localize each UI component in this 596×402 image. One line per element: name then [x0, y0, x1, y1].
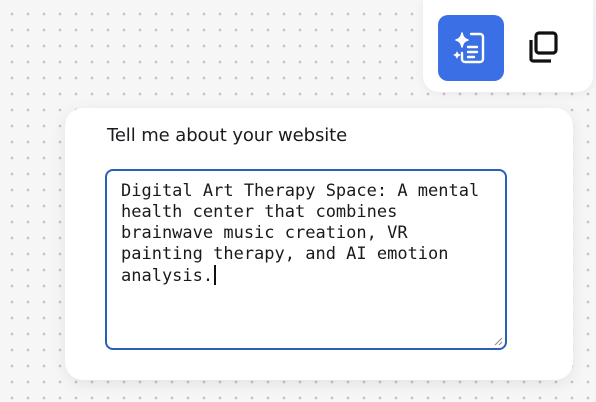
- website-description-text: Digital Art Therapy Space: A mental heal…: [121, 181, 490, 286]
- resize-grip-icon[interactable]: [493, 336, 503, 346]
- text-caret: [214, 265, 216, 285]
- website-prompt-card: Tell me about your website Digital Art T…: [65, 108, 573, 380]
- ai-generate-button[interactable]: [438, 15, 504, 81]
- floating-toolbar: [423, 0, 593, 92]
- copy-button[interactable]: [517, 22, 569, 74]
- website-description-textarea[interactable]: Digital Art Therapy Space: A mental heal…: [105, 169, 507, 350]
- ai-sparkle-document-icon: [453, 32, 485, 64]
- copy-icon: [529, 31, 558, 63]
- prompt-label: Tell me about your website: [107, 125, 348, 146]
